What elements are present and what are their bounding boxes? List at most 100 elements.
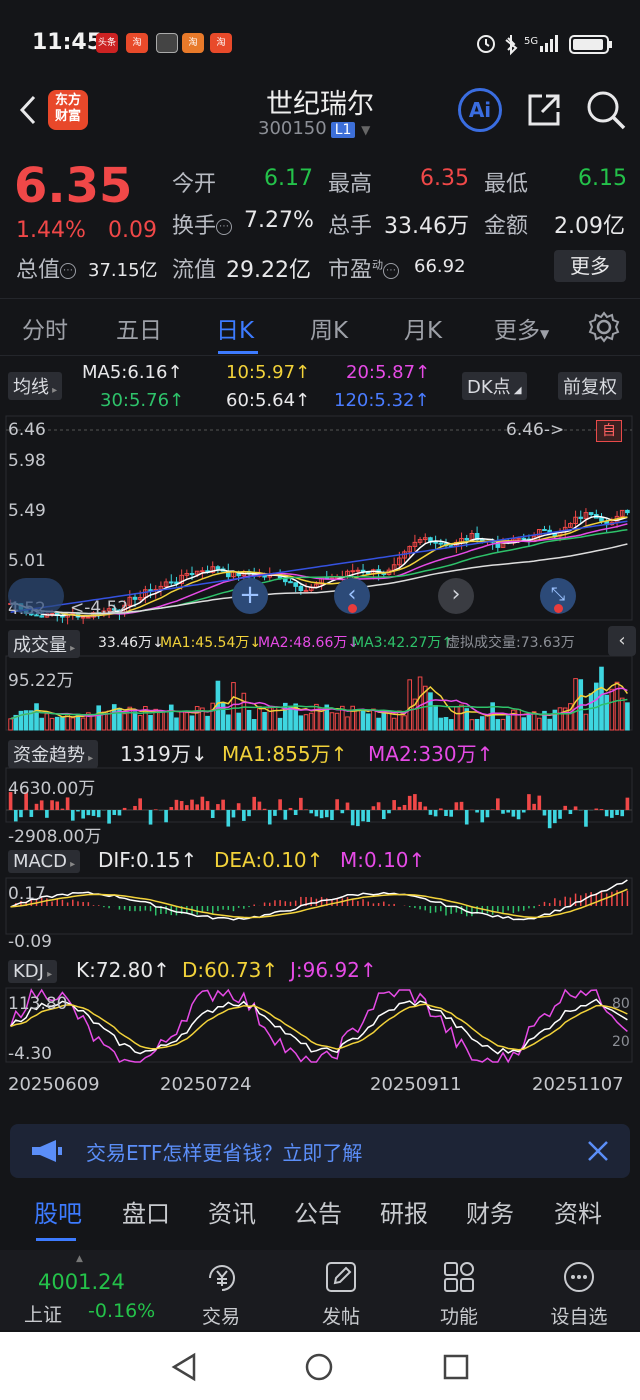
price-axis-label: 5.98 (8, 451, 46, 471)
tab-orderbook[interactable]: 盘口 (122, 1194, 170, 1229)
volume-label: 总手 (328, 214, 373, 239)
fund-bar (553, 810, 557, 824)
functions-button[interactable]: 功能 (414, 1250, 504, 1330)
nav-back-icon[interactable] (170, 1352, 198, 1382)
volume-bar (438, 717, 444, 731)
stock-code-row[interactable]: 300150 L1 ▼ (258, 118, 370, 139)
fund-bar (371, 806, 376, 810)
tab-research[interactable]: 研报 (380, 1194, 428, 1229)
fullscreen-icon[interactable]: ⤡ (540, 578, 576, 614)
change-percent: 1.44% (16, 218, 86, 243)
fund-bar (568, 810, 573, 815)
volume-bar (148, 714, 153, 731)
tab-five-day[interactable]: 五日 (116, 311, 162, 345)
ai-assistant-icon[interactable]: Ai (458, 88, 502, 132)
volume-bar (448, 719, 454, 731)
volume-bar (277, 717, 283, 731)
fund-bar (516, 810, 521, 820)
fund-bar (392, 800, 396, 810)
fund-bar (496, 798, 500, 810)
volume-bar (516, 708, 521, 731)
volume-bar (407, 679, 413, 731)
scroll-left-icon[interactable]: ‹ (334, 578, 370, 614)
current-price: 6.35 (14, 158, 133, 214)
candle-body (438, 542, 444, 545)
kdj-axis-max: 113.80 (8, 994, 68, 1014)
settings-gear-icon[interactable] (588, 311, 620, 343)
candle-body (293, 582, 298, 587)
fund-bar (221, 799, 225, 810)
candle-body (355, 569, 361, 572)
market-index-widget[interactable]: 4001.24 上证 -0.16% ▲ (0, 1250, 170, 1330)
tab-financials[interactable]: 财务 (466, 1194, 514, 1229)
price-axis-label: 5.49 (8, 501, 46, 521)
kline-chart[interactable] (0, 358, 640, 1110)
back-arrow-icon[interactable] (12, 92, 48, 128)
volume-bar (80, 717, 86, 731)
search-icon[interactable] (584, 88, 628, 132)
macd-dif: DIF:0.15↑ (98, 848, 198, 872)
kdj-indicator-selector[interactable]: KDJ ▸ (8, 960, 58, 983)
tab-intraday[interactable]: 分时 (22, 311, 68, 345)
share-icon[interactable] (524, 90, 564, 130)
volume-bar (536, 717, 542, 731)
volume-bar (428, 692, 433, 731)
candle-body (215, 566, 221, 570)
fund-bar (50, 800, 54, 810)
fund-bar (309, 810, 314, 814)
more-button[interactable]: 更多 (554, 250, 626, 282)
panel-frame (5, 415, 633, 621)
collapse-panel-icon[interactable]: ‹ (608, 626, 636, 656)
caret-up-icon: ▲ (76, 1254, 83, 1264)
mktcap-label: 总值 ⋯ (16, 252, 77, 284)
kdj-lines (9, 988, 628, 1064)
volume-bar (526, 714, 532, 731)
post-button[interactable]: 发帖 (296, 1250, 386, 1330)
fund-bar (615, 810, 619, 816)
watchlist-button[interactable]: 设自选 (534, 1250, 624, 1330)
zoom-in-icon[interactable]: + (232, 578, 268, 614)
tab-profile[interactable]: 资料 (554, 1194, 602, 1229)
nav-recents-icon[interactable] (442, 1353, 470, 1381)
fund-bar (449, 810, 453, 817)
fund-bar (91, 810, 96, 816)
volume-bar (251, 719, 257, 731)
more-dots-icon (564, 1262, 594, 1292)
volume-bar (604, 694, 609, 731)
scroll-start-icon[interactable] (8, 578, 64, 614)
volume-bar (619, 697, 625, 731)
fund-bar (558, 810, 562, 819)
float-label: 流值 (172, 258, 217, 283)
trade-button[interactable]: 交易 (176, 1250, 266, 1330)
volume-indicator-selector[interactable]: 成交量 ▸ (8, 630, 81, 658)
fund-bar (459, 801, 464, 810)
macd-dea: DEA:0.10↑ (214, 848, 324, 872)
fund-bar (584, 810, 588, 827)
promo-banner[interactable]: 交易ETF怎样更省钱？立即了解 (10, 1124, 630, 1178)
fund-indicator-selector[interactable]: 资金趋势 ▸ (8, 740, 99, 768)
volume-bar (433, 705, 438, 731)
tab-news[interactable]: 资讯 (208, 1194, 256, 1229)
fund-bar (174, 799, 179, 810)
price-axis-label: 6.46 (8, 420, 46, 440)
macd-indicator-selector[interactable]: MACD ▸ (8, 850, 81, 873)
date-axis-label: 20250609 (8, 1074, 100, 1095)
nav-home-icon[interactable] (304, 1352, 334, 1382)
promo-text: 交易ETF怎样更省钱？立即了解 (86, 1141, 363, 1165)
tab-more[interactable]: 更多▼ (494, 311, 549, 345)
fund-bar (604, 810, 609, 817)
tab-announcements[interactable]: 公告 (294, 1194, 342, 1229)
fund-bar (190, 799, 194, 810)
fund-ma2: MA2:330万↑ (368, 742, 494, 766)
tab-weekly-k[interactable]: 周K (310, 311, 348, 345)
scroll-right-icon[interactable]: › (438, 578, 474, 614)
high-value: 6.35 (420, 166, 469, 191)
volume-bar (459, 704, 464, 731)
tab-forum[interactable]: 股吧 (34, 1194, 82, 1229)
tab-monthly-k[interactable]: 月K (404, 311, 442, 345)
volume-bar (443, 717, 449, 731)
volume-bar (308, 712, 314, 731)
tab-daily-k[interactable]: 日K (216, 311, 254, 345)
fund-bar (480, 810, 485, 823)
close-icon[interactable] (586, 1139, 610, 1163)
